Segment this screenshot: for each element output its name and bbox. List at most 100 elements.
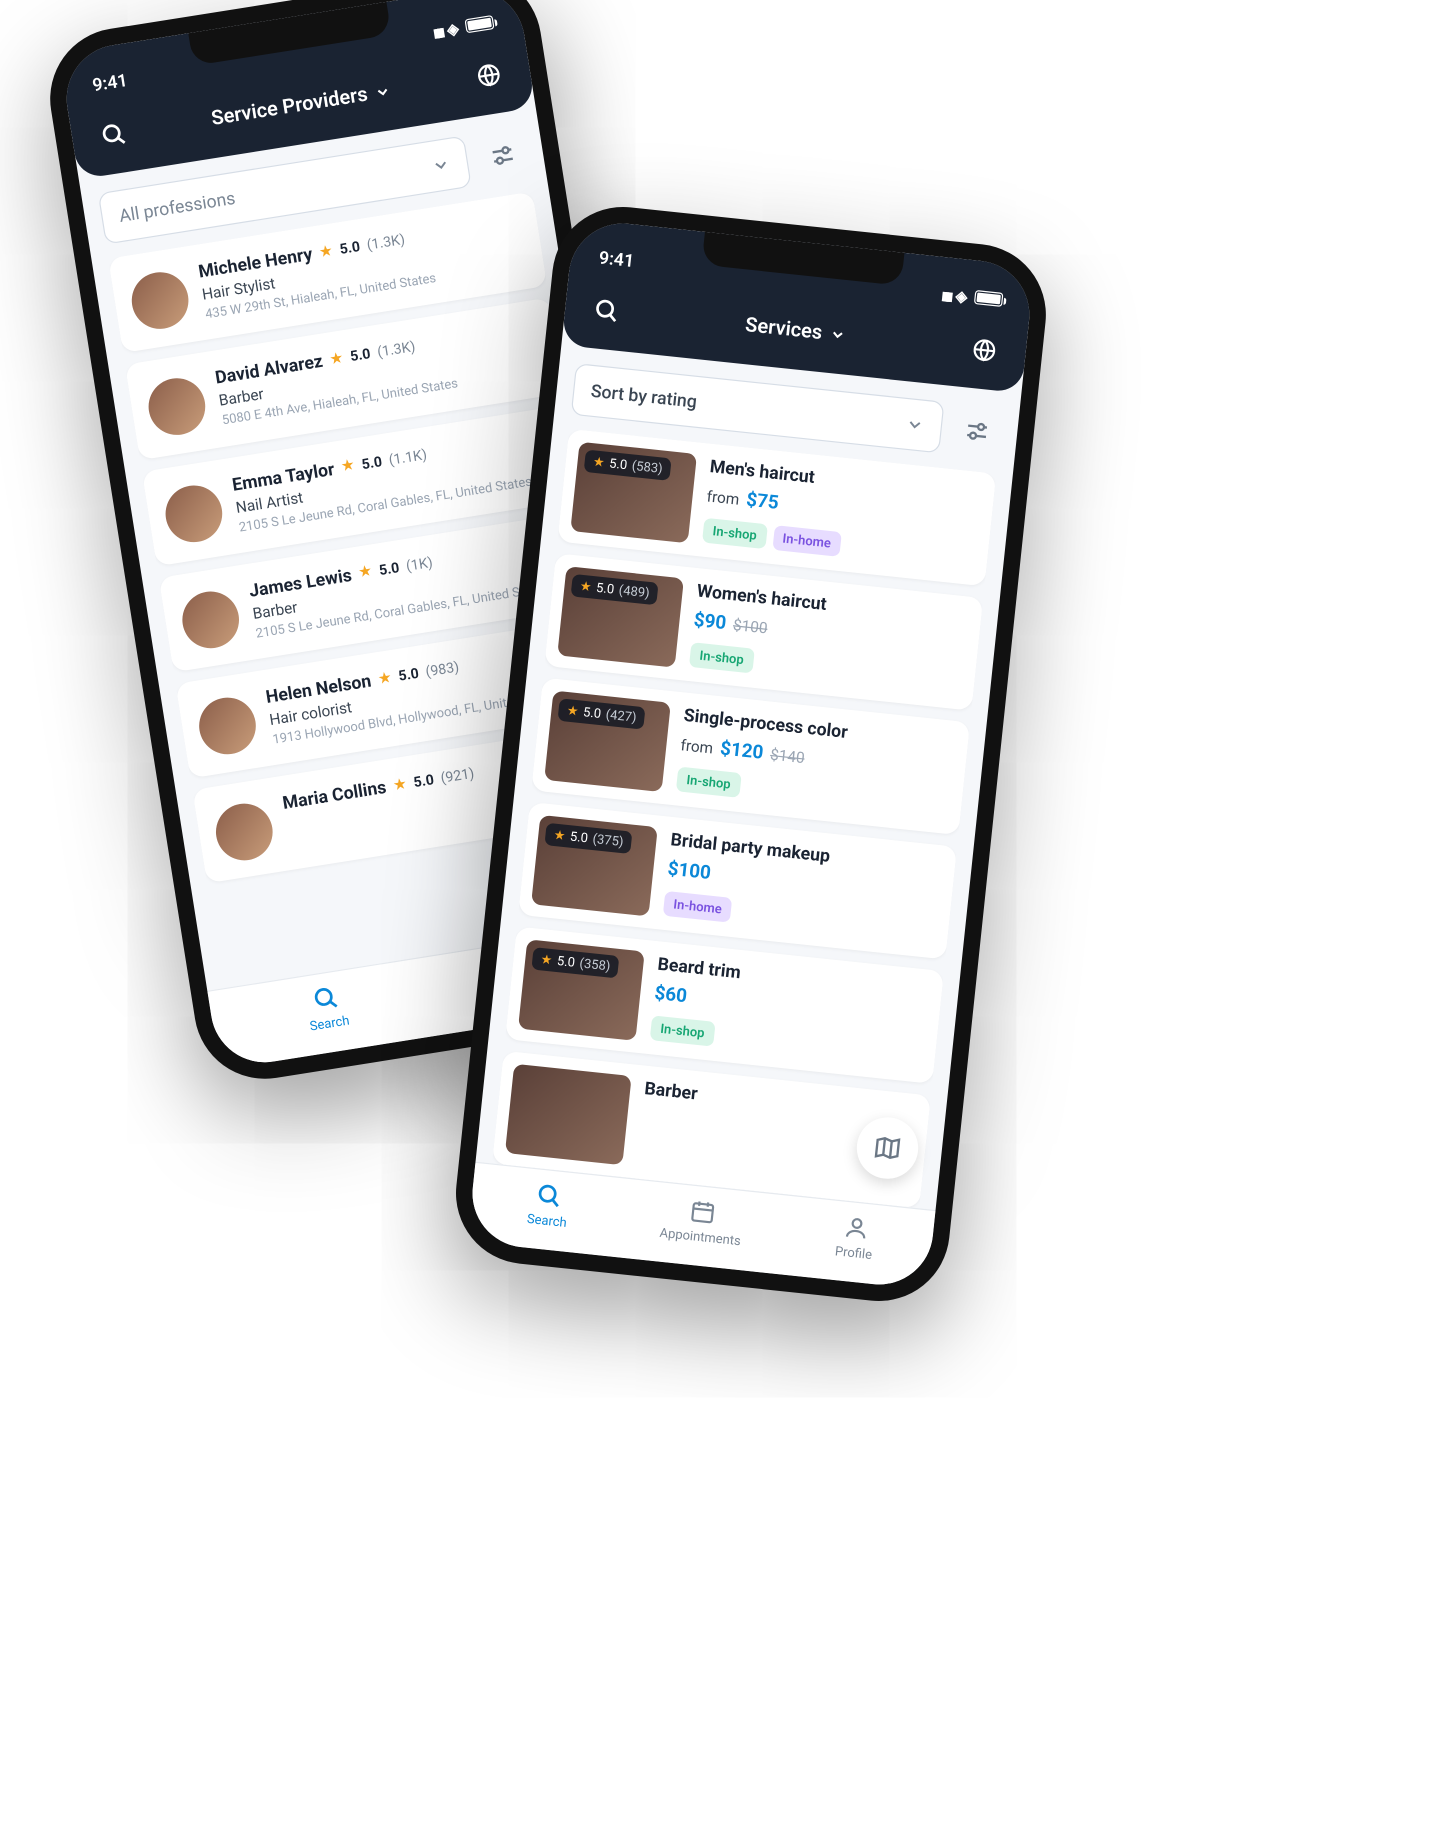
wifi-icon xyxy=(955,284,969,306)
rating-badge: ★ 5.0 (375) xyxy=(544,823,632,854)
rating: 5.0 xyxy=(595,580,615,597)
globe-icon-button[interactable] xyxy=(965,331,1004,370)
rating-badge: ★ 5.0 (358) xyxy=(531,947,619,978)
star-icon: ★ xyxy=(328,349,344,369)
service-thumbnail: ★ 5.0 (583) xyxy=(570,442,697,544)
star-icon: ★ xyxy=(579,578,592,594)
star-icon: ★ xyxy=(340,456,356,476)
avatar xyxy=(195,694,260,759)
chevron-down-icon xyxy=(430,154,452,176)
chevron-down-icon xyxy=(373,83,392,102)
review-count: (921) xyxy=(440,765,476,787)
review-count: (983) xyxy=(424,659,460,681)
tag-home: In-home xyxy=(772,525,842,557)
rating: 5.0 xyxy=(338,238,361,258)
tag-shop: In-shop xyxy=(676,767,741,798)
rating: 5.0 xyxy=(609,456,629,473)
status-time: 9:41 xyxy=(598,247,635,272)
page-title-dropdown[interactable]: Services xyxy=(744,313,847,347)
price: $120 xyxy=(719,737,764,764)
search-icon-button[interactable] xyxy=(93,114,134,155)
review-count: (1.3K) xyxy=(366,231,406,253)
map-icon xyxy=(872,1132,903,1163)
price: $100 xyxy=(667,857,712,884)
profile-icon xyxy=(842,1214,871,1243)
review-count: (1.1K) xyxy=(387,446,427,468)
search-icon xyxy=(311,983,341,1013)
page-title: Service Providers xyxy=(210,83,370,131)
page-title-dropdown[interactable]: Service Providers xyxy=(210,79,393,131)
chevron-down-icon xyxy=(828,326,846,344)
nav-label: Search xyxy=(526,1211,567,1230)
service-thumbnail: ★ 5.0 (358) xyxy=(518,939,645,1041)
price: $75 xyxy=(745,488,780,514)
star-icon: ★ xyxy=(377,669,393,689)
battery-icon xyxy=(974,290,1004,307)
tag-home: In-home xyxy=(663,891,733,923)
tag-shop: In-shop xyxy=(702,518,767,549)
status-icons xyxy=(431,11,495,42)
review-count: (1.3K) xyxy=(376,338,416,360)
signal-icon xyxy=(431,20,441,42)
page-title: Services xyxy=(744,313,823,345)
rating: 5.0 xyxy=(569,829,589,846)
price-old: $140 xyxy=(769,747,805,768)
status-time: 9:41 xyxy=(91,69,129,95)
filter-sliders-button[interactable] xyxy=(476,128,530,182)
globe-icon-button[interactable] xyxy=(469,55,510,96)
filter-placeholder: All professions xyxy=(118,187,237,226)
service-thumbnail xyxy=(505,1064,632,1166)
nav-appointments[interactable]: Appointments xyxy=(623,1191,781,1253)
avatar xyxy=(161,481,226,546)
rating: 5.0 xyxy=(556,953,576,970)
rating: 5.0 xyxy=(397,665,420,685)
calendar-icon xyxy=(689,1197,718,1226)
avatar xyxy=(145,375,210,440)
review-count: (1K) xyxy=(405,554,434,574)
rating-badge: ★ 5.0 (583) xyxy=(584,450,672,481)
service-thumbnail: ★ 5.0 (375) xyxy=(531,815,658,917)
avatar xyxy=(178,587,243,652)
rating: 5.0 xyxy=(360,453,383,473)
search-icon xyxy=(535,1181,564,1210)
nav-profile[interactable]: Profile xyxy=(776,1207,934,1269)
star-icon: ★ xyxy=(357,563,373,583)
avatar xyxy=(212,800,277,865)
review-count: (375) xyxy=(592,831,624,849)
star-icon: ★ xyxy=(566,703,579,719)
price: $90 xyxy=(693,608,728,634)
search-icon-button[interactable] xyxy=(587,291,626,330)
wifi-icon xyxy=(445,17,460,40)
rating: 5.0 xyxy=(349,345,372,365)
provider-name: Maria Collins xyxy=(281,777,388,814)
tag-shop: In-shop xyxy=(689,642,754,673)
star-icon: ★ xyxy=(592,454,605,470)
star-icon: ★ xyxy=(540,951,553,967)
service-thumbnail: ★ 5.0 (489) xyxy=(557,566,684,668)
star-icon: ★ xyxy=(392,775,408,795)
status-icons xyxy=(941,283,1004,311)
price-from-label: from xyxy=(706,488,740,509)
review-count: (427) xyxy=(605,707,637,725)
nav-search[interactable]: Search xyxy=(469,1175,627,1237)
rating: 5.0 xyxy=(412,772,435,792)
signal-icon xyxy=(941,283,950,305)
star-icon: ★ xyxy=(318,242,334,262)
service-thumbnail: ★ 5.0 (427) xyxy=(544,691,671,793)
review-count: (358) xyxy=(579,956,611,974)
tag-shop: In-shop xyxy=(650,1015,715,1046)
chevron-down-icon xyxy=(904,414,925,435)
price-old: $100 xyxy=(732,617,768,638)
rating-badge: ★ 5.0 (489) xyxy=(571,574,659,605)
service-list: ★ 5.0 (583) Men's haircut from $75 In-sh… xyxy=(492,429,996,1209)
rating: 5.0 xyxy=(378,559,401,579)
price: $60 xyxy=(654,981,689,1007)
filter-sliders-button[interactable] xyxy=(951,405,1003,457)
nav-label: Search xyxy=(309,1013,351,1034)
sort-label: Sort by rating xyxy=(590,380,698,412)
battery-icon xyxy=(464,15,494,33)
review-count: (489) xyxy=(618,582,650,600)
review-count: (583) xyxy=(631,458,663,476)
nav-label: Appointments xyxy=(659,1225,742,1249)
avatar xyxy=(128,268,193,333)
